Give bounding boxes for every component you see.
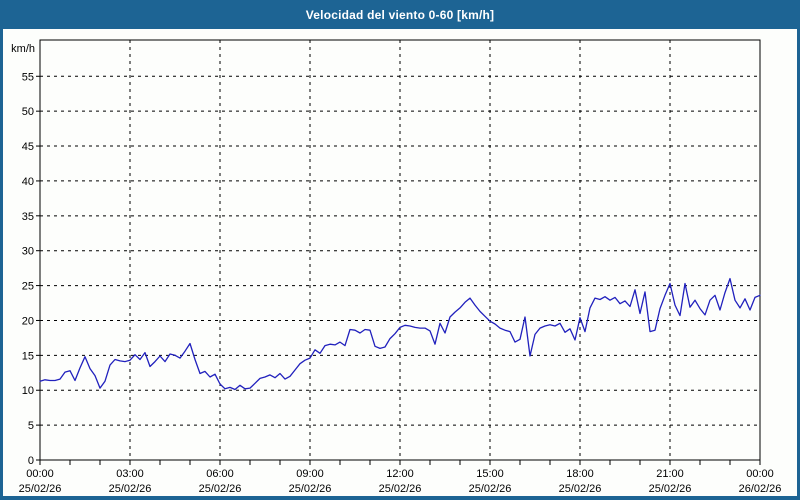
y-tick-label: 55 (22, 71, 34, 83)
y-tick-label: 20 (22, 315, 34, 327)
y-tick-label: 5 (28, 420, 34, 432)
x-tick-date-label: 25/02/26 (379, 483, 422, 495)
x-tick-time-label: 12:00 (386, 468, 414, 480)
app-window: Velocidad del viento 0-60 [km/h] 0 5 10 15 2… (0, 0, 800, 500)
y-tick-label: 15 (22, 350, 34, 362)
y-tick-label: 25 (22, 281, 34, 293)
y-tick-label: 50 (22, 106, 34, 118)
x-tick-time-label: 09:00 (296, 468, 324, 480)
x-tick-date-label: 25/02/26 (559, 483, 602, 495)
y-tick-label: 30 (22, 246, 34, 258)
y-tick-label: 35 (22, 211, 34, 223)
x-tick-time-label: 00:00 (746, 468, 774, 480)
chart-title: Velocidad del viento 0-60 [km/h] (306, 8, 494, 22)
y-tick-label: 45 (22, 141, 34, 153)
x-tick-time-label: 18:00 (566, 468, 594, 480)
x-tick-time-label: 06:00 (206, 468, 234, 480)
x-tick-date-label: 25/02/26 (199, 483, 242, 495)
x-tick-date-label: 25/02/26 (109, 483, 152, 495)
y-tick-label: 10 (22, 385, 34, 397)
title-bar: Velocidad del viento 0-60 [km/h] (0, 0, 800, 29)
x-tick-date-label: 26/02/26 (739, 483, 782, 495)
y-tick-label: 40 (22, 176, 34, 188)
x-tick-date-label: 25/02/26 (19, 483, 62, 495)
y-axis-unit-label: km/h (11, 43, 35, 55)
x-tick-date-label: 25/02/26 (649, 483, 692, 495)
x-tick-time-label: 15:00 (476, 468, 504, 480)
x-tick-time-label: 00:00 (26, 468, 54, 480)
x-tick-time-label: 21:00 (656, 468, 684, 480)
x-tick-date-label: 25/02/26 (469, 483, 512, 495)
x-tick-date-label: 25/02/26 (289, 483, 332, 495)
y-tick-label: 0 (28, 455, 34, 467)
wind-speed-chart: 0 5 10 15 20 25 30 35 40 45 50 55 00:00 25/02/26 03:00… (3, 29, 797, 496)
x-tick-time-label: 03:00 (116, 468, 144, 480)
